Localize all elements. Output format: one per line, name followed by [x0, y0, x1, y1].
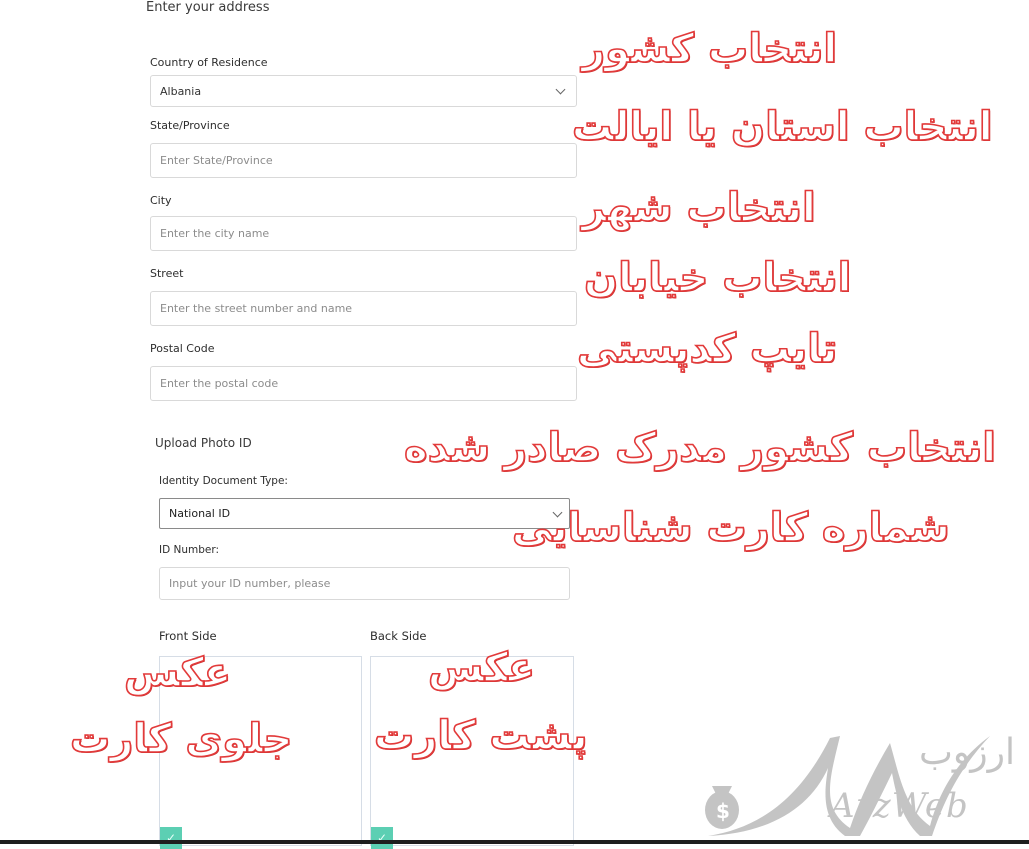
id-section-title: Upload Photo ID	[155, 436, 252, 450]
annotation-select-country: انتخاب کشور	[581, 25, 838, 73]
country-value: Albania	[160, 84, 202, 98]
annotation-back-photo-2: پشت کارت	[373, 712, 588, 760]
svg-text:$: $	[716, 799, 730, 823]
doc-type-select[interactable]: National ID	[159, 498, 570, 529]
annotation-type-postal: تایپ کدپستی	[576, 325, 838, 373]
bottom-bar	[0, 840, 1029, 844]
state-label: State/Province	[150, 119, 230, 132]
postal-placeholder: Enter the postal code	[160, 377, 279, 390]
id-number-input[interactable]: Input your ID number, please	[159, 567, 570, 600]
annotation-back-photo-1: عکس	[427, 644, 536, 692]
postal-label: Postal Code	[150, 342, 215, 355]
city-placeholder: Enter the city name	[160, 227, 270, 240]
annotation-select-issuing-country: انتخاب کشور مدرک صادر شده	[403, 424, 997, 472]
annotation-front-photo-2: جلوی کارت	[69, 715, 293, 763]
arzweb-watermark: $ ارزوب ArzWeb	[700, 718, 1029, 840]
street-placeholder: Enter the street number and name	[160, 302, 353, 315]
state-input[interactable]: Enter State/Province	[150, 143, 577, 178]
front-side-label: Front Side	[159, 629, 217, 643]
check-icon: ✓	[371, 827, 393, 849]
address-section-title: Enter your address	[146, 0, 270, 15]
annotation-select-street: انتخاب خیابان	[583, 254, 852, 302]
street-input[interactable]: Enter the street number and name	[150, 291, 577, 326]
annotation-id-card-number: شماره کارت شناسایی	[511, 504, 950, 552]
annotation-select-state: انتخاب استان یا ایالت	[571, 103, 993, 151]
street-label: Street	[150, 267, 184, 280]
chevron-down-icon	[555, 84, 566, 95]
watermark-latin-text: ArzWeb	[830, 786, 969, 826]
doc-type-value: National ID	[169, 507, 231, 520]
annotation-select-city: انتخاب شهر	[581, 184, 816, 232]
back-side-label: Back Side	[370, 629, 427, 643]
doc-type-label: Identity Document Type:	[159, 475, 288, 487]
state-placeholder: Enter State/Province	[160, 154, 273, 167]
id-number-placeholder: Input your ID number, please	[169, 577, 331, 590]
check-icon: ✓	[160, 827, 182, 849]
annotation-front-photo-1: عکس	[123, 649, 232, 697]
postal-input[interactable]: Enter the postal code	[150, 366, 577, 401]
id-number-label: ID Number:	[159, 544, 220, 556]
city-label: City	[150, 194, 172, 207]
country-select[interactable]: Albania	[150, 75, 577, 107]
country-label: Country of Residence	[150, 56, 268, 69]
watermark-persian-text: ارزوب	[918, 732, 1015, 773]
city-input[interactable]: Enter the city name	[150, 216, 577, 251]
